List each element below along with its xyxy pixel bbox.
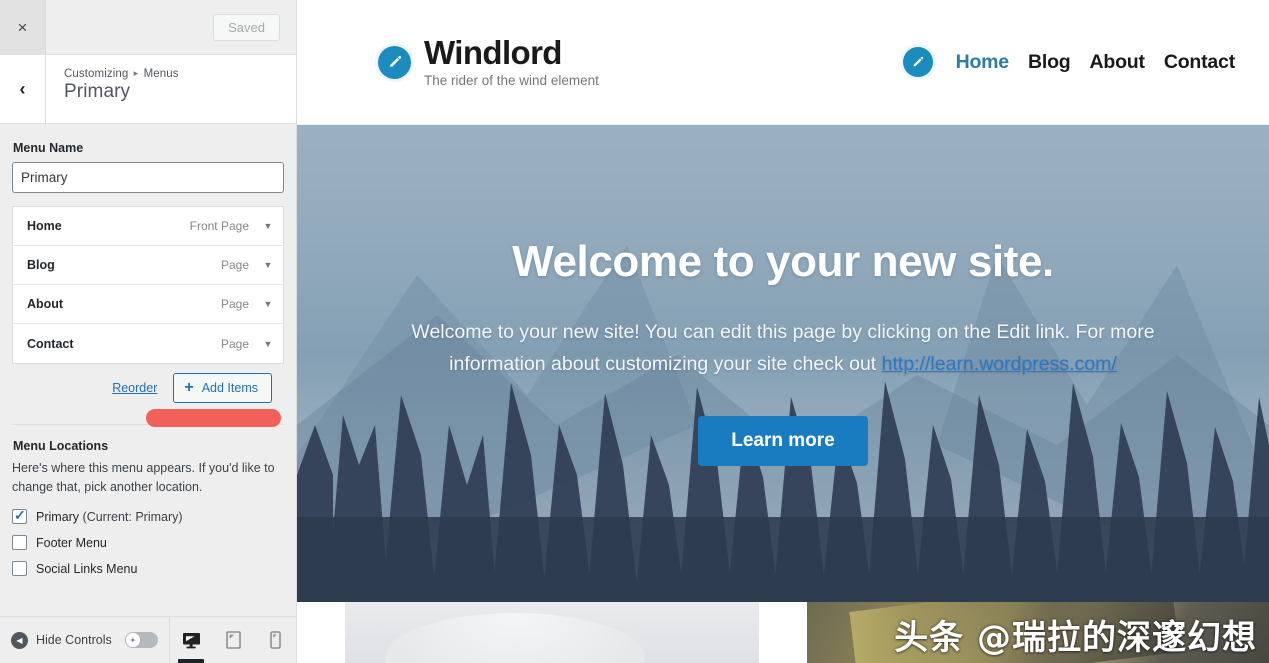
checkbox-icon[interactable] bbox=[12, 535, 27, 550]
menu-item-type: Page bbox=[220, 297, 249, 311]
nav-item-blog[interactable]: Blog bbox=[1028, 51, 1071, 74]
hero-banner: Welcome to your new site. Welcome to you… bbox=[297, 125, 1269, 602]
menu-item-type: Front Page bbox=[189, 219, 249, 233]
toggle-knob-icon: ✦ bbox=[125, 633, 140, 647]
location-label: Social Links Menu bbox=[36, 561, 138, 576]
panel-body: Menu Name Home Front Page ▼ Blog Page ▼ … bbox=[0, 124, 296, 616]
menu-name-label: Menu Name bbox=[13, 141, 84, 155]
menu-list-actions: Reorder + Add Items bbox=[12, 373, 284, 403]
strip-left-padding bbox=[297, 602, 345, 663]
location-note: (Current: Primary) bbox=[79, 509, 183, 524]
close-customizer-button[interactable]: × bbox=[0, 0, 46, 55]
nav-item-contact[interactable]: Contact bbox=[1164, 51, 1235, 74]
nav-item-home[interactable]: Home bbox=[956, 51, 1010, 74]
pencil-icon bbox=[389, 55, 402, 67]
nav-logo-icon bbox=[902, 47, 933, 77]
menu-item-name: Contact bbox=[27, 336, 74, 351]
customizer-screen: × Saved ‹ Customizing ▸ Menus Primary Me… bbox=[0, 0, 1269, 663]
menu-item-name: About bbox=[27, 297, 64, 311]
site-branding[interactable]: Windlord The rider of the wind element bbox=[378, 36, 599, 89]
hide-controls-button[interactable]: ◀ Hide Controls ✦ bbox=[0, 631, 169, 649]
chevron-down-icon[interactable]: ▼ bbox=[261, 299, 275, 309]
site-title: Windlord bbox=[424, 33, 562, 71]
add-items-label: Add Items bbox=[201, 381, 258, 395]
breadcrumb-current: Menus bbox=[143, 68, 179, 80]
breadcrumb: Customizing ▸ Menus bbox=[64, 68, 296, 80]
primary-navigation: Home Blog About Contact bbox=[902, 47, 1235, 77]
menu-item-row[interactable]: About Page ▼ bbox=[13, 285, 283, 324]
hide-controls-label: Hide Controls bbox=[36, 633, 112, 647]
add-items-button[interactable]: + Add Items bbox=[173, 373, 272, 403]
plus-icon: + bbox=[184, 379, 194, 396]
hero-content: Welcome to your new site. Welcome to you… bbox=[297, 125, 1269, 602]
saved-button[interactable]: Saved bbox=[213, 13, 280, 41]
panel-header: ‹ Customizing ▸ Menus Primary bbox=[0, 55, 296, 124]
tablet-icon bbox=[225, 631, 241, 649]
collapse-icon: ◀ bbox=[11, 631, 28, 649]
location-label: Primary (Current: Primary) bbox=[36, 510, 183, 524]
menu-name-input[interactable] bbox=[12, 162, 284, 193]
menu-item-row[interactable]: Contact Page ▼ bbox=[13, 324, 283, 363]
menu-item-name: Blog bbox=[27, 258, 55, 272]
mobile-preview-button[interactable] bbox=[254, 617, 296, 663]
site-logo bbox=[378, 45, 411, 79]
checkbox-icon[interactable] bbox=[12, 561, 27, 576]
mobile-icon bbox=[269, 631, 281, 649]
hero-description: Welcome to your new site! You can edit t… bbox=[377, 317, 1189, 380]
location-name: Primary bbox=[36, 509, 80, 524]
breadcrumb-prefix: Customizing bbox=[64, 68, 129, 80]
page-title: Primary bbox=[64, 81, 131, 102]
menu-locations-description: Here's where this menu appears. If you'd… bbox=[12, 461, 275, 494]
watermark-text: 头条 @瑞拉的深邃幻想 bbox=[894, 618, 1257, 658]
learn-more-button[interactable]: Learn more bbox=[698, 416, 868, 467]
desktop-icon bbox=[182, 632, 200, 648]
menu-item-row[interactable]: Home Front Page ▼ bbox=[13, 207, 283, 246]
device-preview-group bbox=[169, 616, 296, 663]
chevron-down-icon[interactable]: ▼ bbox=[261, 221, 275, 231]
nav-item-about[interactable]: About bbox=[1090, 51, 1146, 74]
strip-gap bbox=[759, 602, 807, 663]
site-tagline: The rider of the wind element bbox=[424, 73, 599, 89]
hide-controls-toggle[interactable]: ✦ bbox=[124, 632, 158, 648]
menu-item-row[interactable]: Blog Page ▼ bbox=[13, 246, 283, 285]
panel-title-group: Customizing ▸ Menus Primary bbox=[46, 55, 296, 123]
customizer-footer: ◀ Hide Controls ✦ bbox=[0, 616, 296, 663]
menu-locations-title: Menu Locations bbox=[13, 439, 109, 453]
checkbox-checked-icon[interactable] bbox=[12, 507, 27, 524]
chevron-down-icon[interactable]: ▼ bbox=[261, 260, 275, 270]
location-option-social[interactable]: Social Links Menu bbox=[12, 561, 284, 576]
location-option-primary[interactable]: Primary (Current: Primary) bbox=[12, 507, 284, 524]
customizer-header: × Saved bbox=[0, 0, 296, 55]
location-option-footer[interactable]: Footer Menu bbox=[12, 535, 284, 550]
red-annotation-mark bbox=[146, 409, 281, 427]
content-image-left[interactable] bbox=[345, 602, 759, 663]
menu-item-list: Home Front Page ▼ Blog Page ▼ About Page… bbox=[12, 206, 284, 364]
location-label: Footer Menu bbox=[36, 535, 107, 550]
menu-item-name: Home bbox=[27, 219, 62, 233]
back-button[interactable]: ‹ bbox=[0, 55, 46, 123]
hero-title: Welcome to your new site. bbox=[512, 237, 1054, 286]
save-area: Saved bbox=[46, 0, 296, 55]
site-header: Windlord The rider of the wind element H… bbox=[297, 0, 1269, 125]
pencil-icon bbox=[913, 56, 924, 67]
site-title-group: Windlord The rider of the wind element bbox=[424, 36, 599, 89]
breadcrumb-separator-icon: ▸ bbox=[133, 68, 139, 78]
menu-item-type: Page bbox=[220, 258, 249, 272]
desktop-preview-button[interactable] bbox=[170, 617, 212, 663]
reorder-link[interactable]: Reorder bbox=[112, 381, 157, 395]
learn-wordpress-link[interactable]: http://learn.wordpress.com/ bbox=[882, 353, 1117, 375]
chevron-down-icon[interactable]: ▼ bbox=[261, 339, 275, 349]
site-preview: Windlord The rider of the wind element H… bbox=[297, 0, 1269, 663]
menu-item-type: Page bbox=[220, 336, 249, 351]
tablet-preview-button[interactable] bbox=[212, 617, 254, 663]
customizer-sidebar: × Saved ‹ Customizing ▸ Menus Primary Me… bbox=[0, 0, 297, 663]
